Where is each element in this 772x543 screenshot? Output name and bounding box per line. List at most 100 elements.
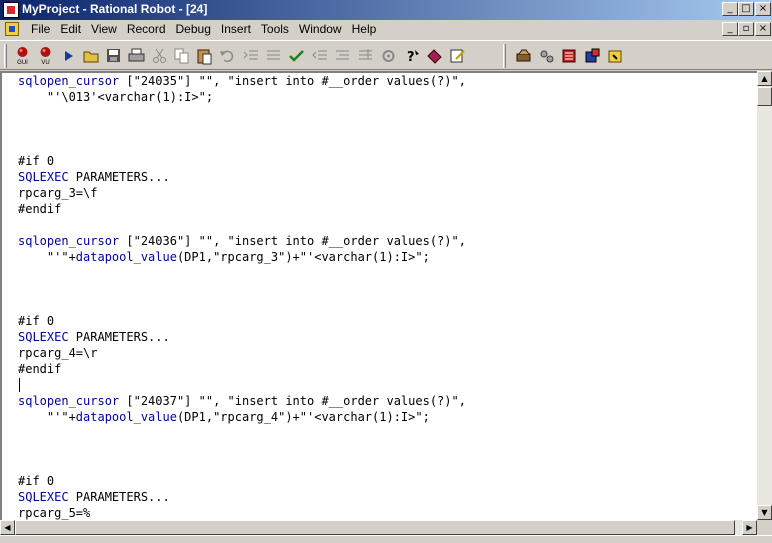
code-line[interactable]: rpcarg_3=\f bbox=[18, 185, 466, 201]
code-line[interactable] bbox=[18, 425, 466, 441]
code-line[interactable] bbox=[18, 137, 466, 153]
vu-label: VU bbox=[41, 60, 50, 66]
app-icon[interactable] bbox=[3, 2, 19, 18]
vertical-scrollbar[interactable]: ▲ ▼ bbox=[757, 71, 772, 520]
code-line[interactable]: SQLEXEC PARAMETERS... bbox=[18, 169, 466, 185]
svg-text:?: ? bbox=[407, 50, 415, 65]
code-keyword: sqlopen_cursor bbox=[18, 234, 120, 248]
menu-tools[interactable]: Tools bbox=[256, 22, 294, 38]
cut-icon[interactable] bbox=[150, 46, 169, 66]
menu-record[interactable]: Record bbox=[122, 22, 171, 38]
code-line[interactable] bbox=[18, 377, 466, 393]
scroll-right-button[interactable]: ▶ bbox=[742, 520, 757, 535]
code-line[interactable] bbox=[18, 297, 466, 313]
code-line[interactable]: SQLEXEC PARAMETERS... bbox=[18, 489, 466, 505]
code-text: ["24035"] "", "insert into #__order valu… bbox=[119, 74, 466, 88]
code-line[interactable]: #endif bbox=[18, 201, 466, 217]
menu-file[interactable]: File bbox=[26, 22, 55, 38]
undo-icon[interactable] bbox=[218, 46, 237, 66]
print-icon[interactable] bbox=[127, 46, 146, 66]
code-line[interactable] bbox=[18, 121, 466, 137]
scrollbar-corner bbox=[757, 520, 772, 535]
menu-edit[interactable]: Edit bbox=[55, 22, 86, 38]
compile-icon[interactable] bbox=[379, 46, 398, 66]
record-gui-icon[interactable]: GUI bbox=[13, 46, 32, 66]
code-text: "'"+ bbox=[18, 410, 76, 424]
scroll-left-button[interactable]: ◀ bbox=[0, 520, 15, 535]
code-line[interactable]: sqlopen_cursor ["24037"] "", "insert int… bbox=[18, 393, 466, 409]
code-text: "'"+ bbox=[18, 250, 76, 264]
code-line[interactable] bbox=[18, 265, 466, 281]
code-line[interactable] bbox=[18, 441, 466, 457]
scroll-down-button[interactable]: ▼ bbox=[757, 505, 772, 520]
code-line[interactable]: rpcarg_4=\r bbox=[18, 345, 466, 361]
scroll-up-button[interactable]: ▲ bbox=[757, 71, 772, 86]
maximize-button[interactable]: □ bbox=[738, 2, 754, 16]
code-line[interactable]: SQLEXEC PARAMETERS... bbox=[18, 329, 466, 345]
help-icon[interactable]: ? bbox=[402, 46, 421, 66]
code-line[interactable] bbox=[18, 105, 466, 121]
open-icon[interactable] bbox=[82, 46, 101, 66]
code-line[interactable]: #if 0 bbox=[18, 153, 466, 169]
code-text: (DP1,"rpcarg_4")+"'<varchar(1):I>"; bbox=[176, 410, 430, 424]
tool2-icon[interactable] bbox=[537, 46, 556, 66]
doc-minimize-button[interactable]: _ bbox=[722, 22, 738, 36]
toolbar: GUI VU ? bbox=[0, 40, 772, 70]
code-text: rpcarg_3=\f bbox=[18, 186, 98, 200]
save-icon[interactable] bbox=[104, 46, 123, 66]
check-syntax-icon[interactable] bbox=[287, 46, 306, 66]
title-bar: MyProject - Rational Robot - [24] _ □ × bbox=[0, 0, 772, 20]
code-line[interactable]: #endif bbox=[18, 361, 466, 377]
menu-window[interactable]: Window bbox=[294, 22, 347, 38]
toolbar-grip[interactable] bbox=[4, 44, 7, 68]
code-line[interactable]: "'"+ datapool_value (DP1,"rpcarg_4")+"'<va… bbox=[18, 409, 466, 425]
code-line[interactable]: #if 0 bbox=[18, 313, 466, 329]
menu-bar: File Edit View Record Debug Insert Tools Window… bbox=[0, 20, 772, 39]
minimize-button[interactable]: _ bbox=[722, 2, 738, 16]
menu-insert[interactable]: Insert bbox=[216, 22, 256, 38]
code-text: PARAMETERS... bbox=[68, 490, 170, 504]
tool4-icon[interactable] bbox=[583, 46, 602, 66]
code-line[interactable]: rpcarg_5=% bbox=[18, 505, 466, 520]
indent-icon[interactable] bbox=[241, 46, 260, 66]
code-line[interactable]: #if 0 bbox=[18, 473, 466, 489]
code-text: ["24036"] "", "insert into #__order valu… bbox=[119, 234, 466, 248]
toolbar-grip-2[interactable] bbox=[503, 44, 506, 68]
tool5-icon[interactable] bbox=[606, 46, 625, 66]
play-icon[interactable] bbox=[59, 46, 78, 66]
book-icon[interactable] bbox=[425, 46, 444, 66]
doc-restore-button[interactable]: ▫ bbox=[738, 22, 754, 36]
code-line[interactable]: "'"+ datapool_value (DP1,"rpcarg_3")+"'<va… bbox=[18, 249, 466, 265]
doc-close-button[interactable]: × bbox=[755, 22, 771, 36]
code-line[interactable]: sqlopen_cursor ["24036"] "", "insert int… bbox=[18, 233, 466, 249]
code-text: #endif bbox=[18, 202, 62, 216]
horizontal-scrollbar[interactable]: ◀ ▶ bbox=[0, 520, 757, 535]
record-vu-icon[interactable]: VU bbox=[36, 46, 55, 66]
horizontal-scroll-thumb[interactable] bbox=[15, 520, 735, 535]
tool1-icon[interactable] bbox=[514, 46, 533, 66]
code-line[interactable]: "'\013'<varchar(1):I>"; bbox=[18, 89, 466, 105]
tool3-icon[interactable] bbox=[560, 46, 579, 66]
menu-debug[interactable]: Debug bbox=[171, 22, 216, 38]
script-editor[interactable]: sqlopen_cursor ["24035"] "", "insert int… bbox=[0, 71, 757, 520]
copy-icon[interactable] bbox=[172, 46, 191, 66]
close-button[interactable]: × bbox=[755, 2, 771, 16]
code-line[interactable] bbox=[18, 457, 466, 473]
menu-help[interactable]: Help bbox=[347, 22, 382, 38]
vertical-scroll-thumb[interactable] bbox=[757, 87, 772, 106]
code-line[interactable]: sqlopen_cursor ["24035"] "", "insert int… bbox=[18, 73, 466, 89]
bookmark-icon[interactable] bbox=[356, 46, 375, 66]
code-text: #endif bbox=[18, 362, 62, 376]
code-keyword: SQLEXEC bbox=[18, 490, 69, 504]
code-line[interactable] bbox=[18, 281, 466, 297]
edit-icon[interactable] bbox=[448, 46, 467, 66]
menu-list: File Edit View Record Debug Insert Tools Window… bbox=[26, 22, 381, 38]
code-area[interactable]: sqlopen_cursor ["24035"] "", "insert int… bbox=[18, 73, 466, 520]
paste-icon[interactable] bbox=[195, 46, 214, 66]
document-icon[interactable] bbox=[5, 22, 19, 36]
code-line[interactable] bbox=[18, 217, 466, 233]
comment-icon[interactable] bbox=[264, 46, 283, 66]
uncomment-icon[interactable] bbox=[333, 46, 352, 66]
outdent-icon[interactable] bbox=[310, 46, 329, 66]
menu-view[interactable]: View bbox=[86, 22, 122, 38]
